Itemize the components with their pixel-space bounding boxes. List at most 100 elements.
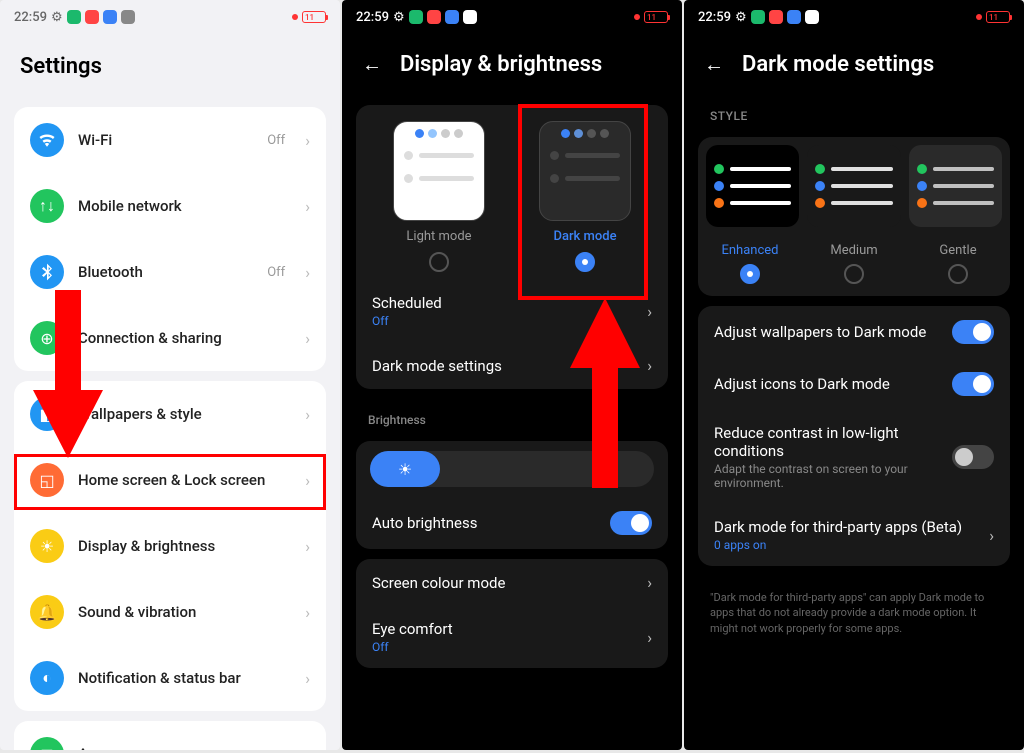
adjust-wallpapers-toggle[interactable] [952, 320, 994, 344]
display-brightness-screen: 22:59 ⚙ 11 ← Display & brightness Light … [342, 0, 682, 750]
style-card: Enhanced Medium Gentle [698, 137, 1010, 296]
auto-brightness-toggle[interactable] [610, 511, 652, 535]
back-button[interactable]: ← [704, 52, 724, 77]
chevron-right-icon: › [647, 628, 652, 647]
chevron-right-icon: › [305, 405, 310, 424]
colour-card: Screen colour mode › Eye comfort Off › [356, 559, 668, 668]
battery-icon: 11 [986, 11, 1010, 23]
sound-row[interactable]: 🔔 Sound & vibration › [14, 579, 326, 645]
home-lock-icon: ◱ [30, 463, 64, 497]
adjust-icons-label: Adjust icons to Dark mode [714, 375, 942, 393]
bluetooth-icon [30, 255, 64, 289]
back-button[interactable]: ← [362, 52, 382, 77]
scheduled-value: Off [372, 314, 637, 328]
home-lock-row[interactable]: ◱ Home screen & Lock screen › [14, 447, 326, 513]
reduce-contrast-row[interactable]: Reduce contrast in low-light conditions … [698, 410, 1010, 504]
style-gentle-radio[interactable] [948, 264, 968, 284]
record-indicator-icon [976, 14, 982, 20]
light-mode-radio[interactable] [429, 252, 449, 272]
app-indicator-icon [103, 10, 117, 24]
style-medium-radio[interactable] [844, 264, 864, 284]
dark-mode-settings-screen: 22:59 ⚙ 11 ← Dark mode settings STYLE [684, 0, 1024, 750]
mobile-network-row[interactable]: ↑↓ Mobile network › [14, 173, 326, 239]
bluetooth-status: Off [267, 265, 285, 280]
settings-group-network: Wi-Fi Off › ↑↓ Mobile network › Bluetoot… [14, 107, 326, 371]
apps-row[interactable]: ⊞ Apps › [14, 721, 326, 750]
adjust-wallpapers-label: Adjust wallpapers to Dark mode [714, 323, 942, 341]
app-indicator-icon [445, 10, 459, 24]
app-indicator-icon [769, 10, 783, 24]
chevron-right-icon: › [305, 197, 310, 216]
brightness-icon: ☀ [30, 529, 64, 563]
auto-brightness-label: Auto brightness [372, 514, 600, 532]
record-indicator-icon [292, 14, 298, 20]
app-indicator-icon [427, 10, 441, 24]
notification-row[interactable]: ◐ Notification & status bar › [14, 645, 326, 711]
reduce-contrast-label: Reduce contrast in low-light conditions [714, 424, 942, 460]
wallpapers-row[interactable]: ◧ Wallpapers & style › [14, 381, 326, 447]
notification-icon: ◐ [30, 661, 64, 695]
sound-icon: 🔔 [30, 595, 64, 629]
header: ← Dark mode settings [684, 34, 1024, 95]
style-gentle-label: Gentle [906, 235, 1010, 264]
adjustments-card: Adjust wallpapers to Dark mode Adjust ic… [698, 306, 1010, 566]
battery-icon: 11 [644, 11, 668, 23]
app-indicator-icon [85, 10, 99, 24]
style-medium-preview[interactable] [807, 145, 900, 227]
gear-icon: ⚙ [51, 10, 63, 25]
adjust-wallpapers-row[interactable]: Adjust wallpapers to Dark mode [698, 306, 1010, 358]
eye-comfort-value: Off [372, 640, 637, 654]
chevron-right-icon: › [305, 329, 310, 348]
wifi-label: Wi-Fi [78, 131, 253, 149]
battery-icon: 11 [302, 11, 326, 23]
screen-colour-row[interactable]: Screen colour mode › [356, 559, 668, 606]
style-enhanced-preview[interactable] [706, 145, 799, 227]
style-gentle-preview[interactable] [909, 145, 1002, 227]
apps-label: Apps [78, 745, 291, 750]
brightness-slider-fill: ☀ [370, 451, 440, 487]
adjust-icons-row[interactable]: Adjust icons to Dark mode [698, 358, 1010, 410]
footnote-text: "Dark mode for third-party apps" can app… [684, 576, 1024, 650]
connection-icon: ⊕ [30, 321, 64, 355]
chevron-right-icon: › [305, 745, 310, 751]
app-indicator-icon [787, 10, 801, 24]
page-title: Display & brightness [400, 52, 602, 77]
style-section-label: STYLE [684, 95, 1024, 127]
bluetooth-label: Bluetooth [78, 263, 253, 281]
page-title: Dark mode settings [742, 52, 934, 77]
status-time: 22:59 [14, 10, 47, 25]
connection-sharing-row[interactable]: ⊕ Connection & sharing › [14, 305, 326, 371]
annotation-highlight [518, 104, 648, 300]
display-brightness-row[interactable]: ☀ Display & brightness › [14, 513, 326, 579]
light-mode-option[interactable]: Light mode [366, 121, 512, 272]
eye-comfort-label: Eye comfort [372, 620, 637, 638]
reduce-contrast-toggle[interactable] [952, 445, 994, 469]
chevron-right-icon: › [305, 131, 310, 150]
settings-group-system: ⊞ Apps › Password & security › [14, 721, 326, 750]
wifi-row[interactable]: Wi-Fi Off › [14, 107, 326, 173]
connection-label: Connection & sharing [78, 329, 291, 347]
wifi-status: Off [267, 133, 285, 148]
page-title: Settings [0, 34, 340, 97]
app-indicator-icon [463, 10, 477, 24]
adjust-icons-toggle[interactable] [952, 372, 994, 396]
eye-comfort-row[interactable]: Eye comfort Off › [356, 606, 668, 668]
bluetooth-row[interactable]: Bluetooth Off › [14, 239, 326, 305]
dark-mode-settings-row[interactable]: Dark mode settings › [356, 342, 668, 389]
home-lock-label: Home screen & Lock screen [78, 471, 291, 489]
third-party-row[interactable]: Dark mode for third-party apps (Beta) 0 … [698, 504, 1010, 566]
auto-brightness-row[interactable]: Auto brightness [356, 497, 668, 549]
status-time: 22:59 [698, 10, 731, 25]
mobile-data-icon: ↑↓ [30, 189, 64, 223]
gear-icon: ⚙ [393, 10, 405, 25]
third-party-label: Dark mode for third-party apps (Beta) [714, 518, 979, 536]
chevron-right-icon: › [305, 537, 310, 556]
reduce-contrast-sub: Adapt the contrast on screen to your env… [714, 462, 942, 490]
app-indicator-icon [805, 10, 819, 24]
wallpaper-icon: ◧ [30, 397, 64, 431]
style-enhanced-radio[interactable] [740, 264, 760, 284]
screen-colour-label: Screen colour mode [372, 574, 637, 592]
settings-group-personalize: ◧ Wallpapers & style › ◱ Home screen & L… [14, 381, 326, 711]
brightness-slider[interactable]: ☀ [370, 451, 654, 487]
wifi-icon [30, 123, 64, 157]
